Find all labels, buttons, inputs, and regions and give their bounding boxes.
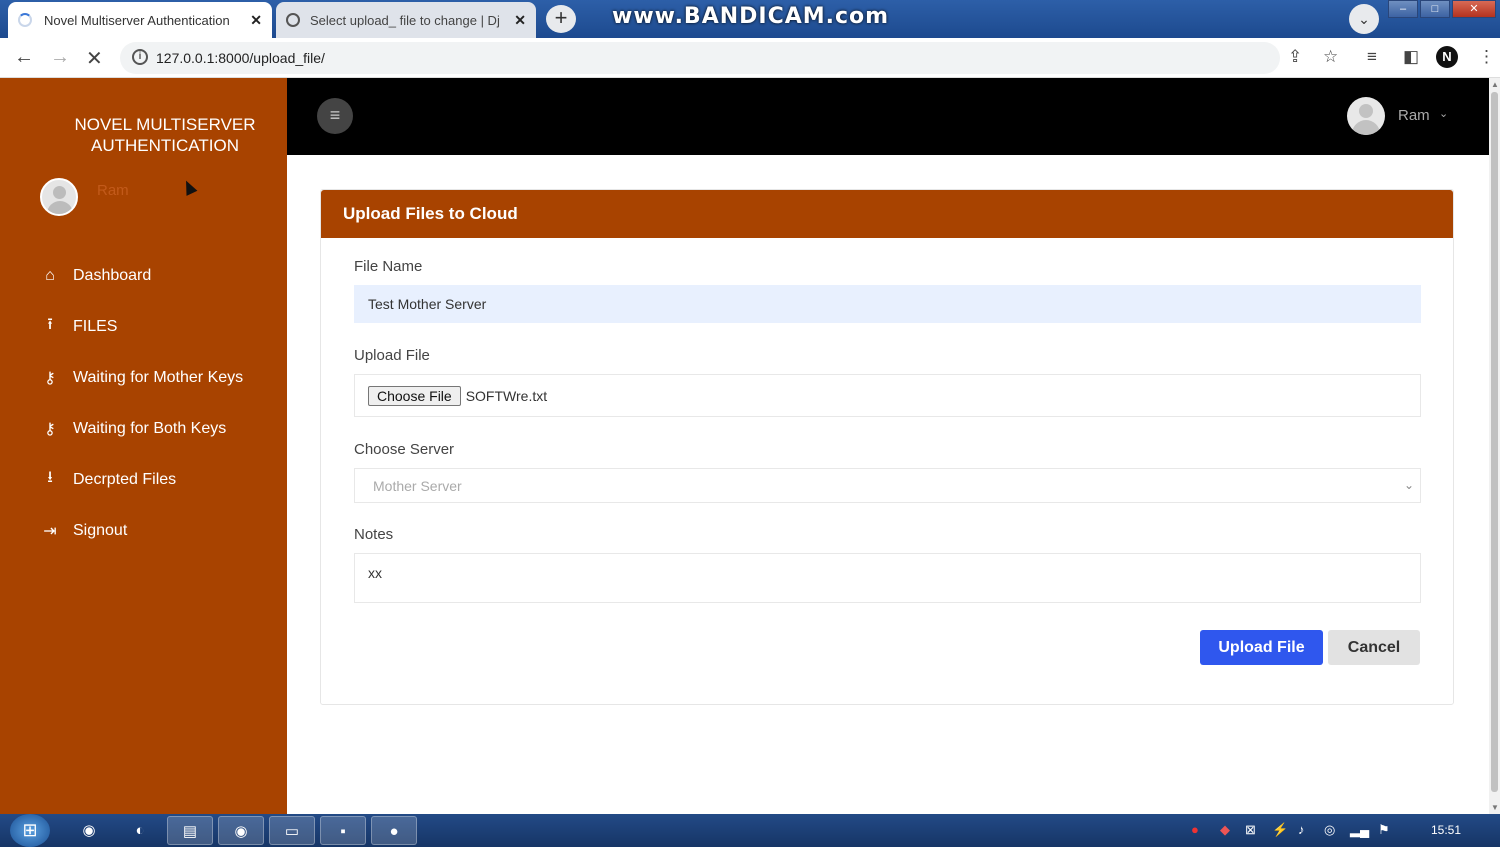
windows-taskbar: ⊞ ◉ ◐ ▤ ◉ ▭ ▪ ● ● ◆ ⊠ ⚡ ♪ ◎ ▂▄ ⚑ 15:51 xyxy=(0,814,1500,847)
stop-loading-icon[interactable]: ✕ xyxy=(86,46,103,71)
chosen-file-name: SOFTWre.txt xyxy=(465,387,548,404)
address-bar-row: ← → ✕ i 127.0.0.1:8000/upload_file/ ⇪ ☆ … xyxy=(0,38,1500,78)
keys-icon: ⚷ xyxy=(44,420,56,438)
sidebar-item-label: Waiting for Both Keys xyxy=(73,419,227,437)
sidebar-item-decrypted-files[interactable]: ⭳ Decrpted Files xyxy=(38,454,243,505)
server-select-value: Mother Server xyxy=(373,477,462,494)
sidebar-menu: ⌂ Dashboard ⭱ FILES ⚷ Waiting for Mother… xyxy=(38,250,243,556)
home-icon: ⌂ xyxy=(45,266,55,284)
profile-icon[interactable]: N xyxy=(1436,46,1458,68)
file-name-value: Test Mother Server xyxy=(368,296,487,312)
site-info-icon[interactable]: i xyxy=(132,49,148,65)
globe-icon xyxy=(286,13,300,27)
card-title: Upload Files to Cloud xyxy=(321,190,1453,238)
search-tray-icon[interactable]: ◎ xyxy=(1324,822,1335,838)
loading-spinner-icon xyxy=(18,13,32,27)
file-name-label: File Name xyxy=(354,258,423,275)
url-field[interactable]: i 127.0.0.1:8000/upload_file/ xyxy=(120,42,1280,74)
tab-close-icon[interactable]: ✕ xyxy=(250,12,262,29)
reading-list-icon[interactable]: ≡ xyxy=(1367,47,1377,67)
sidebar-item-label: Decrpted Files xyxy=(73,470,177,488)
tab-title: Select upload_ file to change | Dj xyxy=(310,12,500,28)
notepad-taskbar-icon[interactable]: ▤ xyxy=(167,816,213,845)
firefox-taskbar-icon[interactable]: ◐ xyxy=(117,816,163,845)
notes-textarea[interactable]: xx xyxy=(354,553,1421,603)
cmd-taskbar-icon[interactable]: ▪ xyxy=(320,816,366,845)
forward-arrow-icon[interactable]: → xyxy=(50,46,70,69)
browser-menu-icon[interactable]: ⋮ xyxy=(1478,47,1495,67)
back-arrow-icon[interactable]: ← xyxy=(14,46,34,69)
upload-icon: ⭱ xyxy=(47,316,53,333)
upload-file-button[interactable]: Upload File xyxy=(1200,630,1323,665)
bookmark-star-icon[interactable]: ☆ xyxy=(1323,47,1338,67)
sidebar-item-dashboard[interactable]: ⌂ Dashboard xyxy=(38,250,243,301)
key-icon: ⚷ xyxy=(44,369,56,387)
file-name-input[interactable]: Test Mother Server xyxy=(354,285,1421,323)
header-avatar[interactable] xyxy=(1347,97,1385,135)
cancel-button[interactable]: Cancel xyxy=(1328,630,1420,665)
tray-app-icon[interactable]: ◆ xyxy=(1220,822,1230,838)
brand-title: NOVEL MULTISERVER AUTHENTICATION xyxy=(74,115,256,155)
url-text: 127.0.0.1:8000/upload_file/ xyxy=(156,50,325,66)
new-tab-button[interactable]: + xyxy=(546,5,576,33)
volume-tray-icon[interactable]: ♪ xyxy=(1298,822,1305,837)
explorer-taskbar-icon[interactable]: ▭ xyxy=(269,816,315,845)
page-scrollbar[interactable]: ▲ ▼ xyxy=(1489,78,1500,814)
start-button[interactable]: ⊞ xyxy=(10,814,50,847)
taskbar-clock[interactable]: 15:51 xyxy=(1431,823,1461,837)
sidebar-avatar xyxy=(40,178,78,216)
choose-file-button[interactable]: Choose File xyxy=(368,385,461,406)
hamburger-menu-icon[interactable]: ≡ xyxy=(317,98,353,134)
sidebar-item-waiting-mother-keys[interactable]: ⚷ Waiting for Mother Keys xyxy=(38,352,243,403)
power-tray-icon[interactable]: ⚡ xyxy=(1272,822,1288,838)
side-panel-icon[interactable]: ◧ xyxy=(1403,47,1419,67)
sidebar-item-waiting-both-keys[interactable]: ⚷ Waiting for Both Keys xyxy=(38,403,243,454)
sidebar-item-label: Dashboard xyxy=(73,266,152,284)
main-content: Upload Files to Cloud File Name Test Mot… xyxy=(287,155,1489,814)
notes-value: xx xyxy=(368,565,382,581)
network-tray-icon[interactable]: ⊠ xyxy=(1245,822,1256,838)
window-controls: – □ ✕ xyxy=(1386,0,1496,18)
tab-title: Novel Multiserver Authentication xyxy=(44,12,230,28)
signout-icon: ⇥ xyxy=(43,522,57,540)
file-upload-field: Choose File SOFTWre.txt xyxy=(354,374,1421,417)
bandicam-taskbar-icon[interactable]: ● xyxy=(371,816,417,845)
sidebar-item-files[interactable]: ⭱ FILES xyxy=(38,301,243,352)
record-tray-icon[interactable]: ● xyxy=(1191,822,1199,837)
scroll-up-icon[interactable]: ▲ xyxy=(1491,80,1499,89)
sidebar-item-signout[interactable]: ⇥ Signout xyxy=(38,505,243,556)
sidebar-username: Ram xyxy=(97,182,129,199)
chrome-active-taskbar-icon[interactable]: ◉ xyxy=(218,816,264,845)
sidebar-item-label: Signout xyxy=(73,521,128,539)
tab-search-chevron-icon[interactable]: ⌄ xyxy=(1349,4,1379,34)
sidebar: NOVEL MULTISERVER AUTHENTICATION Ram ⌂ D… xyxy=(0,78,287,814)
server-select[interactable]: Mother Server ⌄ xyxy=(354,468,1421,503)
choose-server-label: Choose Server xyxy=(354,441,455,458)
download-icon: ⭳ xyxy=(47,469,53,486)
signal-tray-icon[interactable]: ▂▄ xyxy=(1350,822,1369,838)
header-username[interactable]: Ram xyxy=(1398,107,1430,124)
tab-novel-multiserver[interactable]: Novel Multiserver Authentication ✕ xyxy=(8,2,272,38)
top-header: ≡ Ram ⌄ xyxy=(287,78,1489,155)
chrome-taskbar-icon[interactable]: ◉ xyxy=(66,816,112,845)
scrollbar-thumb[interactable] xyxy=(1491,92,1498,792)
minimize-button[interactable]: – xyxy=(1388,0,1418,18)
wifi-tray-icon[interactable]: ⚑ xyxy=(1378,822,1390,838)
upload-file-label: Upload File xyxy=(354,347,430,364)
tab-select-upload-file[interactable]: Select upload_ file to change | Dj ✕ xyxy=(276,2,536,38)
browser-tab-strip: Novel Multiserver Authentication ✕ Selec… xyxy=(0,0,1500,38)
scroll-down-icon[interactable]: ▼ xyxy=(1491,803,1499,812)
maximize-button[interactable]: □ xyxy=(1420,0,1450,18)
notes-label: Notes xyxy=(354,526,394,543)
window-close-button[interactable]: ✕ xyxy=(1452,0,1496,18)
sidebar-item-label: Waiting for Mother Keys xyxy=(73,368,244,386)
chevron-down-icon: ⌄ xyxy=(1403,478,1414,492)
sidebar-item-label: FILES xyxy=(73,317,118,335)
chevron-down-icon[interactable]: ⌄ xyxy=(1439,107,1448,120)
tab-close-icon[interactable]: ✕ xyxy=(514,12,526,29)
bandicam-watermark: www.BANDICAM.com xyxy=(612,4,890,29)
upload-form-card: Upload Files to Cloud File Name Test Mot… xyxy=(320,189,1454,705)
share-icon[interactable]: ⇪ xyxy=(1288,47,1302,67)
